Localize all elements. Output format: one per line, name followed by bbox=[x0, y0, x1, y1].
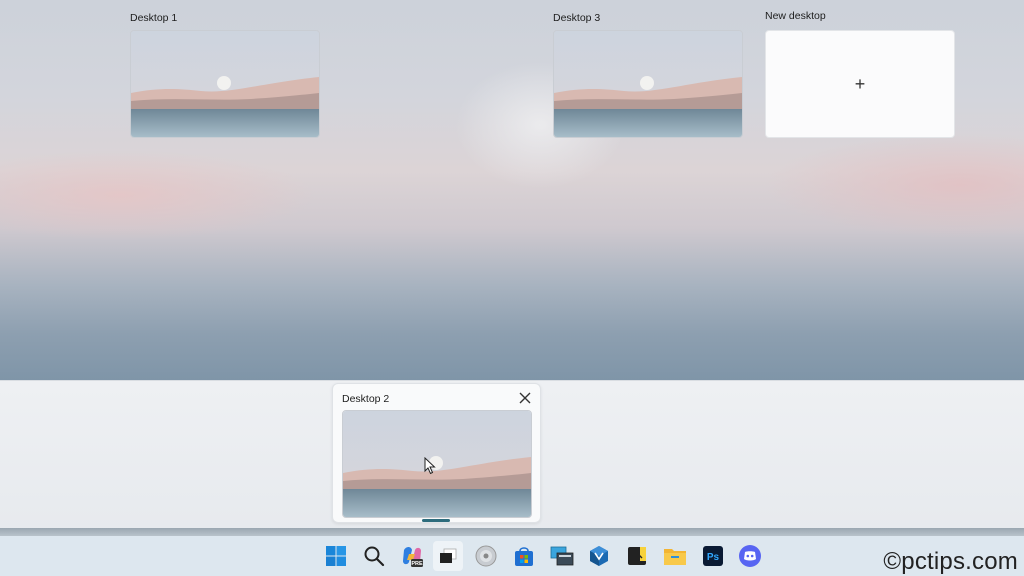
photoshop-icon[interactable]: Ps bbox=[700, 543, 726, 569]
virtual-desktop-icon[interactable] bbox=[549, 543, 575, 569]
desktop-3-thumbnail[interactable] bbox=[553, 30, 743, 138]
svg-text:PRE: PRE bbox=[411, 561, 423, 567]
new-desktop-card[interactable]: New desktop + bbox=[755, 0, 963, 148]
desktop-1-thumbnail[interactable] bbox=[130, 30, 320, 138]
disk-icon[interactable] bbox=[473, 543, 499, 569]
close-icon[interactable] bbox=[516, 389, 534, 407]
plus-icon: + bbox=[854, 74, 866, 94]
new-desktop-button[interactable]: + bbox=[765, 30, 955, 138]
file-explorer-icon[interactable] bbox=[662, 543, 688, 569]
desktop-1-label: Desktop 1 bbox=[130, 12, 178, 24]
microsoft-store-icon[interactable] bbox=[511, 543, 537, 569]
virtualbox-icon[interactable] bbox=[586, 543, 612, 569]
task-view-icon[interactable] bbox=[433, 541, 463, 571]
desktop-1-card[interactable]: Desktop 1 bbox=[120, 0, 328, 148]
taskbar-divider bbox=[0, 528, 1024, 536]
copilot-pre-icon[interactable]: PRE bbox=[399, 543, 425, 569]
desktop-3-card[interactable]: Desktop 3 bbox=[543, 0, 751, 148]
selected-desktop-indicator bbox=[422, 519, 450, 522]
watermark: ©pctips.com bbox=[883, 548, 1018, 575]
windows-start-icon[interactable] bbox=[323, 543, 349, 569]
desktop-2-thumbnail[interactable] bbox=[342, 410, 532, 518]
desktop-2-card[interactable]: Desktop 2 bbox=[332, 383, 541, 523]
discord-icon[interactable] bbox=[737, 543, 763, 569]
sticky-notes-icon[interactable] bbox=[624, 543, 650, 569]
desktop-3-label: Desktop 3 bbox=[553, 12, 601, 24]
mouse-cursor-icon bbox=[424, 456, 436, 480]
desktop-2-label: Desktop 2 bbox=[342, 393, 390, 405]
search-icon[interactable] bbox=[361, 543, 387, 569]
svg-text:Ps: Ps bbox=[707, 552, 720, 563]
new-desktop-label: New desktop bbox=[765, 10, 826, 22]
